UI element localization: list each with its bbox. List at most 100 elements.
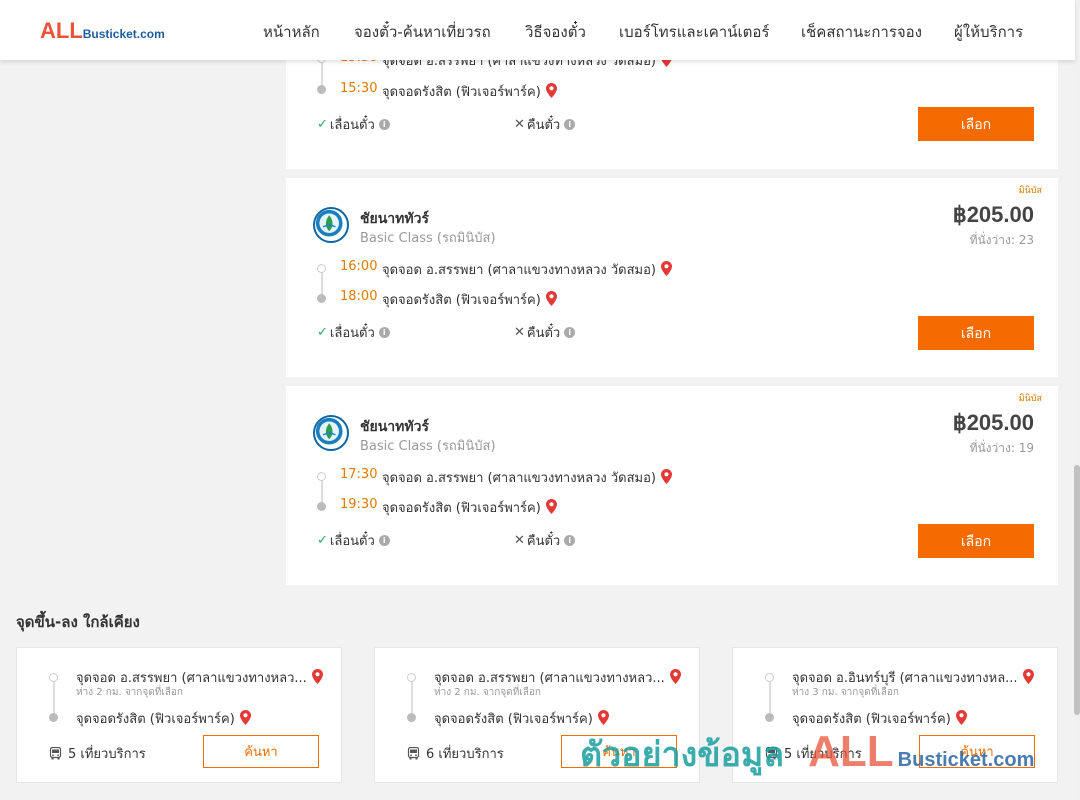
departure-time: 16:00 xyxy=(340,259,378,274)
nav-book-search[interactable]: จองตั๋ว-ค้นหาเที่ยวรถ xyxy=(354,20,491,44)
refund-label: คืนตั๋ว xyxy=(526,118,561,133)
destination-dot xyxy=(317,85,326,94)
nearby-destination: จุดจอดรังสิต (ฟิวเจอร์พาร์ค) xyxy=(792,708,967,729)
arrival-time: 19:30 xyxy=(340,497,378,512)
ticket-price: ฿205.00 xyxy=(952,202,1034,227)
cross-icon: ✕ xyxy=(514,117,525,132)
postpone-feature: ✓ เลื่อนตั๋ว i xyxy=(317,530,390,551)
nav-check-booking[interactable]: เช็คสถานะการจอง xyxy=(801,20,922,44)
seats-available: ที่นั่งว่าง: 19 xyxy=(969,441,1034,455)
postpone-feature: ✓ เลื่อนตั๋ว i xyxy=(317,114,390,135)
origin-dot xyxy=(49,673,58,682)
nearby-distance: ห่าง 3 กม. จากจุดที่เลือก xyxy=(792,687,899,698)
nav-contact-counters[interactable]: เบอร์โทรและเคาน์เตอร์ xyxy=(619,20,769,44)
nearby-card: จุดจอด อ.สรรพยา (ศาลาแขวงทางหลว... ห่าง … xyxy=(16,647,342,783)
info-icon[interactable]: i xyxy=(378,119,390,130)
minibus-tag: มินิบัส xyxy=(1018,394,1042,404)
arrival-time: 18:00 xyxy=(340,289,378,304)
bus-class: Basic Class (รถมินิบัส) xyxy=(360,231,496,246)
map-pin-icon[interactable] xyxy=(239,710,251,725)
bus-icon xyxy=(407,747,420,760)
trip-card: มินิบัส ชัยนาททัวร์ Basic Class (รถมินิบ… xyxy=(286,386,1058,585)
search-button[interactable]: ค้นหา xyxy=(919,735,1035,768)
map-pin-icon[interactable] xyxy=(311,669,323,684)
refund-label: คืนตั๋ว xyxy=(526,326,561,341)
bus-icon xyxy=(49,747,62,760)
info-icon[interactable]: i xyxy=(378,535,390,546)
bus-icon xyxy=(765,747,778,760)
postpone-label: เลื่อนตั๋ว xyxy=(329,118,375,133)
refund-feature: ✕ คืนตั๋ว i xyxy=(514,114,576,135)
origin-dot xyxy=(407,673,416,682)
refund-label: คืนตั๋ว xyxy=(526,534,561,549)
departure-stop: จุดจอด อ.สรรพยา (ศาลาแขวงทางหลวง วัดสมอ) xyxy=(382,259,672,280)
scrollbar-thumb[interactable] xyxy=(1074,465,1080,715)
info-icon[interactable]: i xyxy=(564,119,576,130)
refund-feature: ✕ คืนตั๋ว i xyxy=(514,322,576,343)
map-pin-icon[interactable] xyxy=(545,499,557,514)
nav-home[interactable]: หน้าหลัก xyxy=(263,20,320,44)
info-icon[interactable]: i xyxy=(564,327,576,338)
map-pin-icon[interactable] xyxy=(660,469,672,484)
departure-time: 17:30 xyxy=(340,467,378,482)
check-icon: ✓ xyxy=(317,117,328,132)
ticket-price: ฿205.00 xyxy=(952,410,1034,435)
postpone-label: เลื่อนตั๋ว xyxy=(329,326,375,341)
nearby-distance: ห่าง 2 กม. จากจุดที่เลือก xyxy=(434,687,541,698)
trip-card: มินิบัส ชัยนาททัวร์ Basic Class (รถมินิบ… xyxy=(286,178,1058,377)
operator-logo xyxy=(313,207,349,243)
info-icon[interactable]: i xyxy=(378,327,390,338)
departure-stop: จุดจอด อ.สรรพยา (ศาลาแขวงทางหลวง วัดสมอ) xyxy=(382,467,672,488)
trip-count: 5 เที่ยวบริการ xyxy=(49,743,146,764)
destination-dot xyxy=(317,294,326,303)
search-button[interactable]: ค้นหา xyxy=(203,735,319,768)
logo-busticket-text: Busticket.com xyxy=(82,27,165,41)
destination-dot xyxy=(765,713,774,722)
origin-dot xyxy=(765,673,774,682)
nearby-distance: ห่าง 2 กม. จากจุดที่เลือก xyxy=(76,687,183,698)
info-icon[interactable]: i xyxy=(564,535,576,546)
logo-all-text: ALL xyxy=(40,18,83,43)
nearby-destination: จุดจอดรังสิต (ฟิวเจอร์พาร์ค) xyxy=(76,708,251,729)
arrival-stop: จุดจอดรังสิต (ฟิวเจอร์พาร์ค) xyxy=(382,289,557,310)
cross-icon: ✕ xyxy=(514,325,525,340)
select-button[interactable]: เลือก xyxy=(918,316,1034,350)
arrival-stop: จุดจอดรังสิต (ฟิวเจอร์พาร์ค) xyxy=(382,497,557,518)
origin-dot xyxy=(317,472,326,481)
nav-operators[interactable]: ผู้ให้บริการ xyxy=(954,20,1023,44)
arrival-time: 15:30 xyxy=(340,81,378,96)
nearby-destination: จุดจอดรังสิต (ฟิวเจอร์พาร์ค) xyxy=(434,708,609,729)
search-button[interactable]: ค้นหา xyxy=(561,735,677,768)
map-pin-icon[interactable] xyxy=(660,261,672,276)
map-pin-icon[interactable] xyxy=(545,83,557,98)
top-header: ALL Busticket.com หน้าหลัก จองตั๋ว-ค้นหา… xyxy=(0,0,1075,60)
destination-dot xyxy=(49,713,58,722)
select-button[interactable]: เลือก xyxy=(918,524,1034,558)
bus-class: Basic Class (รถมินิบัส) xyxy=(360,439,496,454)
cross-icon: ✕ xyxy=(514,533,525,548)
nav-how-to-book[interactable]: วิธีจองตั๋ว xyxy=(525,20,586,44)
operator-logo xyxy=(313,415,349,451)
seats-available: ที่นั่งว่าง: 23 xyxy=(969,233,1034,247)
map-pin-icon[interactable] xyxy=(669,669,681,684)
postpone-feature: ✓ เลื่อนตั๋ว i xyxy=(317,322,390,343)
trip-count: 5 เที่ยวบริการ xyxy=(765,743,862,764)
check-icon: ✓ xyxy=(317,533,328,548)
trip-count: 6 เที่ยวบริการ xyxy=(407,743,504,764)
refund-feature: ✕ คืนตั๋ว i xyxy=(514,530,576,551)
destination-dot xyxy=(317,502,326,511)
check-icon: ✓ xyxy=(317,325,328,340)
destination-dot xyxy=(407,713,416,722)
map-pin-icon[interactable] xyxy=(1022,669,1034,684)
minibus-tag: มินิบัส xyxy=(1018,186,1042,196)
origin-dot xyxy=(317,264,326,273)
postpone-label: เลื่อนตั๋ว xyxy=(329,534,375,549)
nearby-section-title: จุดขึ้น-ลง ใกล้เคียง xyxy=(16,613,140,631)
map-pin-icon[interactable] xyxy=(597,710,609,725)
arrival-stop: จุดจอดรังสิต (ฟิวเจอร์พาร์ค) xyxy=(382,81,557,102)
nearby-card: จุดจอด อ.สรรพยา (ศาลาแขวงทางหลว... ห่าง … xyxy=(374,647,700,783)
map-pin-icon[interactable] xyxy=(545,291,557,306)
select-button[interactable]: เลือก xyxy=(918,107,1034,141)
site-logo[interactable]: ALL Busticket.com xyxy=(40,18,165,44)
map-pin-icon[interactable] xyxy=(955,710,967,725)
